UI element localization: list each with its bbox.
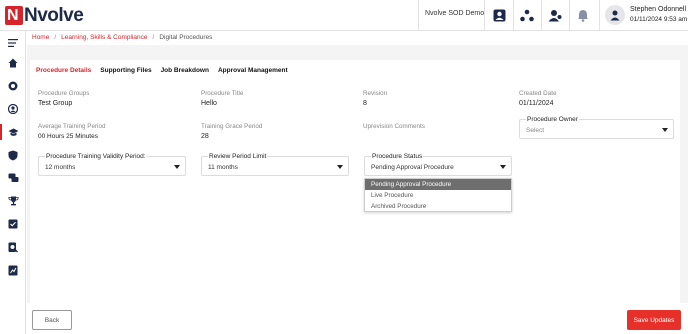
logo-text: Nvolve [24,5,84,26]
uprevision-comments-label: Uprevision Comments [363,123,425,130]
procedure-title-value: Hello [201,100,217,107]
breadcrumb: Home / Learning, Skills & Compliance / D… [32,34,212,41]
procedure-groups-label: Procedure Groups [38,90,90,97]
chat-icon[interactable] [0,168,26,188]
organisation-name[interactable]: Nvolve SOD Demo [425,10,484,17]
revision-value: 8 [363,100,367,107]
divider [418,0,419,31]
divider [569,0,570,31]
person-icon[interactable] [0,99,26,119]
training-grace-period-label: Training Grace Period [201,123,263,130]
checklist-icon[interactable] [0,214,26,234]
breadcrumb-section[interactable]: Learning, Skills & Compliance [61,34,147,41]
procedure-status-value: Pending Approval Procedure [371,164,454,171]
home-icon[interactable] [0,53,26,73]
divider [513,0,514,31]
report-icon[interactable] [0,260,26,280]
badge-icon[interactable] [0,76,26,96]
breadcrumb-current: Digital Procedures [159,34,213,41]
profile-card-icon[interactable] [489,6,509,24]
training-grace-period-value: 28 [201,133,209,140]
review-period-label: Review Period Limit [208,153,268,160]
procedure-status-label: Procedure Status [371,153,424,160]
validity-period-label: Procedure Training Validity Period: [45,153,147,160]
procedure-status-select[interactable]: Procedure Status Pending Approval Proced… [364,153,512,176]
created-date-label: Created Date [519,90,557,97]
user-datetime: 01/11/2024 9:53 am [630,16,688,23]
nvolve-logo[interactable]: N Nvolve [5,5,84,26]
average-training-period-value: 00 Hours 25 Minutes [38,133,98,140]
chevron-down-icon [662,128,668,132]
procedure-status-dropdown: Pending Approval Procedure Live Procedur… [364,178,512,212]
revision-label: Revision [363,90,388,97]
tab-bar: Procedure Details Supporting Files Job B… [36,67,288,74]
review-period-value: 11 months [208,164,238,171]
divider [599,0,600,31]
procedure-owner-select[interactable]: Procedure Owner Select [519,116,674,139]
avatar[interactable] [605,5,625,25]
bell-icon[interactable] [573,6,593,24]
average-training-period-label: Average Training Period [38,123,106,130]
breadcrumb-separator: / [54,34,57,41]
user-settings-icon[interactable] [545,6,565,24]
sidebar [0,31,26,334]
tab-approval-management[interactable]: Approval Management [218,67,288,74]
document-search-icon[interactable] [0,237,26,257]
tab-supporting-files[interactable]: Supporting Files [100,67,151,74]
graduation-cap-icon[interactable] [0,122,26,142]
review-period-select[interactable]: Review Period Limit 11 months [201,153,349,176]
procedure-groups-value: Test Group [38,100,73,107]
divider [484,0,485,31]
user-name[interactable]: Stephen Odonnell [630,6,686,13]
procedure-card [30,60,680,304]
breadcrumb-separator: / [152,34,155,41]
tab-procedure-details[interactable]: Procedure Details [36,67,91,74]
top-bar: N Nvolve Nvolve SOD Demo Stephen Odonnel… [0,0,688,31]
back-button[interactable]: Back [32,310,72,330]
tab-job-breakdown[interactable]: Job Breakdown [161,67,209,74]
chevron-down-icon [337,165,343,169]
shield-icon[interactable] [0,145,26,165]
divider [541,0,542,31]
status-option-pending[interactable]: Pending Approval Procedure [365,179,511,190]
created-date-value: 01/11/2024 [519,100,554,107]
status-option-live[interactable]: Live Procedure [365,190,511,201]
status-option-archived[interactable]: Archived Procedure [365,201,511,212]
validity-period-value: 12 months [45,164,76,171]
trophy-icon[interactable] [0,191,26,211]
network-icon[interactable] [517,6,537,24]
procedure-owner-value: Select [526,127,545,134]
menu-icon[interactable] [0,33,26,53]
procedure-owner-label: Procedure Owner [526,116,579,123]
chevron-down-icon [500,165,506,169]
procedure-title-label: Procedure Title [201,90,244,97]
logo-mark: N [5,6,23,25]
breadcrumb-home[interactable]: Home [32,34,49,41]
validity-period-select[interactable]: Procedure Training Validity Period: 12 m… [38,153,186,176]
save-updates-button[interactable]: Save Updates [627,310,681,330]
chevron-down-icon [174,165,180,169]
